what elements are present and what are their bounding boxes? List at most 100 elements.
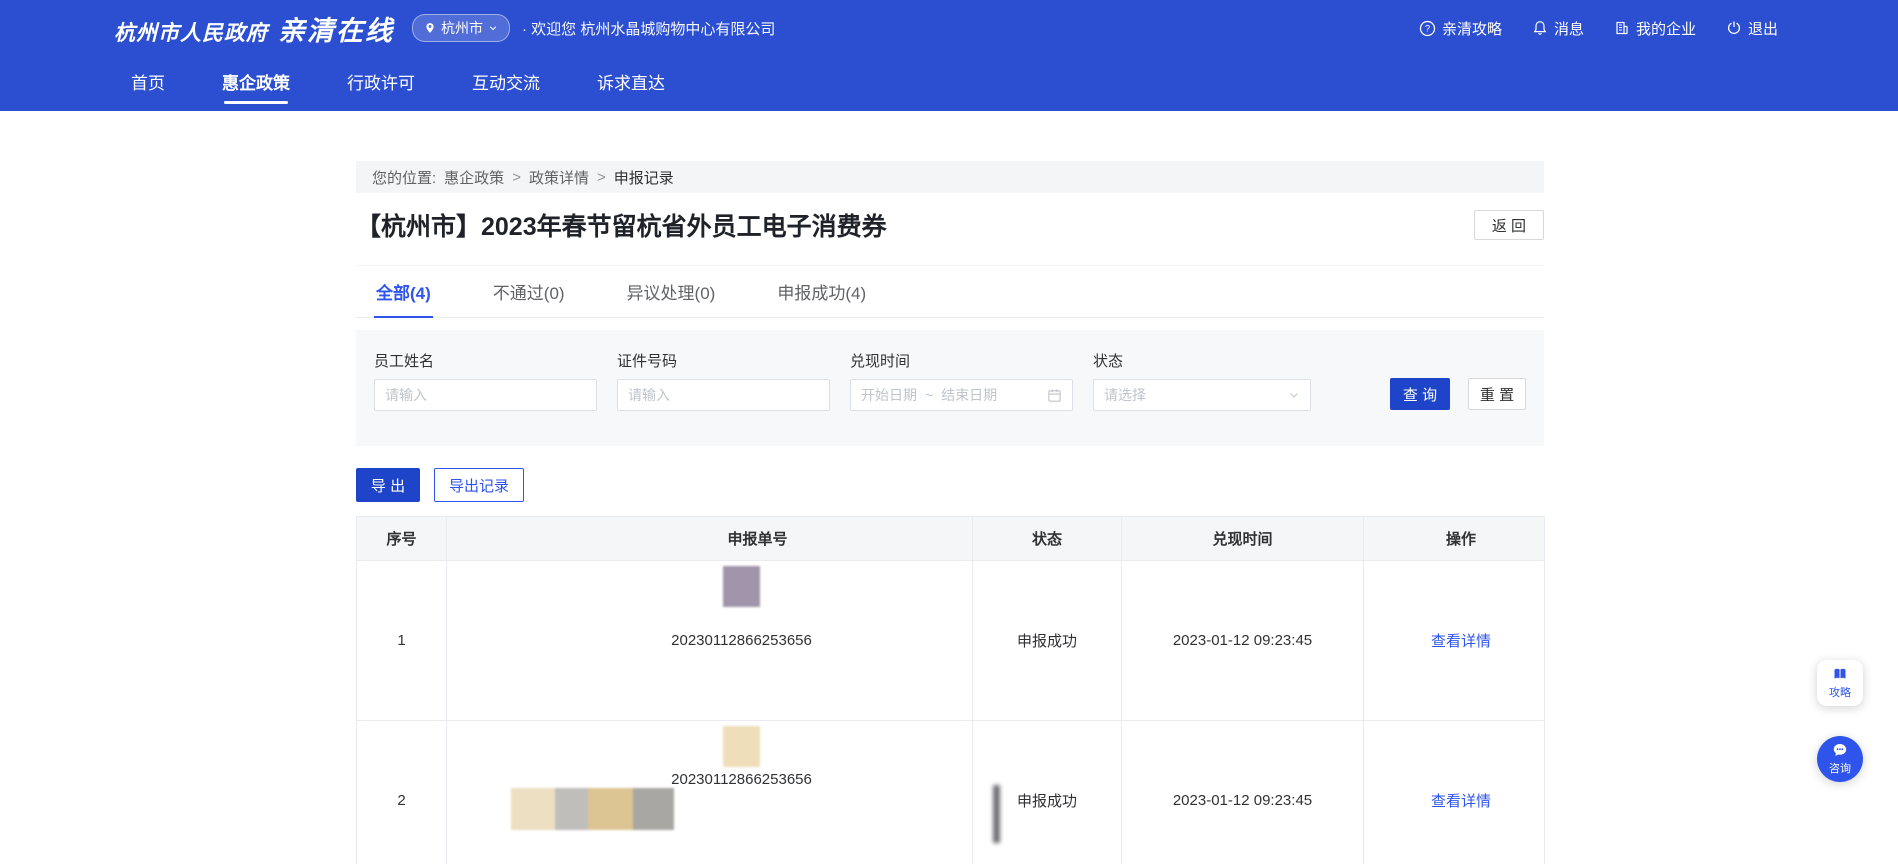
logout-link-label: 退出 <box>1748 18 1778 39</box>
row-action-cell: 查看详情 <box>1364 721 1545 864</box>
status-field-group: 状态 请选择 <box>1093 350 1311 446</box>
redeem-time-label: 兑现时间 <box>850 350 1073 371</box>
redacted-image-block <box>555 788 588 830</box>
status-select[interactable]: 请选择 <box>1093 379 1311 411</box>
nav-item-enterprise-policy[interactable]: 惠企政策 <box>222 56 290 111</box>
row-index: 2 <box>357 721 447 864</box>
export-records-button[interactable]: 导出记录 <box>434 468 524 502</box>
employee-name-field-group: 员工姓名 <box>374 350 597 446</box>
location-pin-icon <box>424 21 436 35</box>
col-header-action: 操作 <box>1364 517 1545 561</box>
redacted-image-block <box>588 788 633 830</box>
row-index: 1 <box>357 561 447 721</box>
question-circle-icon: ? <box>1419 20 1436 37</box>
header-quick-links: ? 亲清攻略 消息 我的企业 退出 <box>1419 18 1778 39</box>
breadcrumb-item-policy-detail[interactable]: 政策详情 <box>529 167 589 188</box>
date-range-input[interactable]: 开始日期 ~ 结束日期 <box>850 379 1073 411</box>
row-redeem-time: 2023-01-12 09:23:45 <box>1122 721 1364 864</box>
svg-text:?: ? <box>1425 23 1430 34</box>
row-order-no: 20230112866253656 <box>671 771 812 788</box>
redacted-smudge <box>993 785 1000 843</box>
nav-item-appeal[interactable]: 诉求直达 <box>597 56 665 111</box>
row-status-cell: 申报成功 <box>973 721 1122 864</box>
top-header-bar: 杭州市人民政府 亲清在线 杭州市 · 欢迎您 杭州水晶城购物中心有限公司 ? 亲… <box>0 0 1898 56</box>
consult-float-label: 咨询 <box>1829 760 1851 776</box>
id-number-field-group: 证件号码 <box>617 350 830 446</box>
title-row: 【杭州市】2023年春节留杭省外员工电子消费券 返 回 <box>356 207 1544 243</box>
tab-objection[interactable]: 异议处理(0) <box>625 266 718 317</box>
messages-link[interactable]: 消息 <box>1532 18 1584 39</box>
tab-all[interactable]: 全部(4) <box>374 266 433 318</box>
redacted-image-strip <box>511 788 972 830</box>
export-button[interactable]: 导 出 <box>356 468 420 502</box>
logout-link[interactable]: 退出 <box>1726 18 1778 39</box>
status-tabs: 全部(4) 不通过(0) 异议处理(0) 申报成功(4) <box>356 265 1544 318</box>
employee-name-label: 员工姓名 <box>374 350 597 371</box>
table-header-row: 序号 申报单号 状态 兑现时间 操作 <box>357 517 1545 561</box>
chevron-down-icon <box>1288 389 1300 401</box>
view-detail-link[interactable]: 查看详情 <box>1431 633 1491 650</box>
chat-bubble-icon <box>1832 742 1848 758</box>
main-nav: 首页 惠企政策 行政许可 互动交流 诉求直达 <box>0 56 1898 111</box>
back-button[interactable]: 返 回 <box>1474 210 1544 240</box>
redacted-image-block <box>723 726 760 767</box>
reset-button[interactable]: 重 置 <box>1468 378 1526 410</box>
redacted-image-block <box>723 566 760 607</box>
status-select-placeholder: 请选择 <box>1104 385 1146 405</box>
guide-link[interactable]: ? 亲清攻略 <box>1419 18 1502 39</box>
breadcrumb-item-current: 申报记录 <box>614 167 674 188</box>
row-order-no-cell: 20230112866253656 <box>447 721 973 864</box>
chevron-down-icon <box>488 23 498 33</box>
tab-rejected[interactable]: 不通过(0) <box>491 266 567 317</box>
table-row: 2 20230112866253656 申报成功 2023-01-12 09:2 <box>357 721 1545 864</box>
end-date-placeholder: 结束日期 <box>941 385 997 405</box>
export-toolbar: 导 出 导出记录 <box>356 468 1544 502</box>
building-icon <box>1614 20 1630 36</box>
col-header-redeem-time: 兑现时间 <box>1122 517 1364 561</box>
table-row: 1 20230112866253656 申报成功 2023-01-12 09:2… <box>357 561 1545 721</box>
start-date-placeholder: 开始日期 <box>861 385 917 405</box>
my-enterprise-link[interactable]: 我的企业 <box>1614 18 1696 39</box>
date-range-separator: ~ <box>925 387 933 403</box>
city-name: 杭州市 <box>441 18 483 38</box>
guide-float-label: 攻略 <box>1829 684 1851 700</box>
consult-float-button[interactable]: 咨询 <box>1817 736 1863 782</box>
col-header-status: 状态 <box>973 517 1122 561</box>
bell-icon <box>1532 20 1548 36</box>
redacted-image-block <box>633 788 674 830</box>
gov-logo-text: 杭州市人民政府 <box>114 17 268 47</box>
calendar-icon <box>1047 388 1062 403</box>
guide-float-button[interactable]: 攻略 <box>1817 660 1863 706</box>
breadcrumb-separator: > <box>512 169 521 186</box>
tab-success[interactable]: 申报成功(4) <box>775 266 868 317</box>
site-logo[interactable]: 杭州市人民政府 亲清在线 <box>114 9 394 48</box>
book-icon <box>1832 666 1848 682</box>
records-table: 序号 申报单号 状态 兑现时间 操作 1 20230112866253656 申… <box>356 516 1545 864</box>
power-icon <box>1726 20 1742 36</box>
breadcrumb-separator: > <box>597 169 606 186</box>
breadcrumb-item-policy[interactable]: 惠企政策 <box>444 167 504 188</box>
city-selector[interactable]: 杭州市 <box>412 14 510 42</box>
status-label: 状态 <box>1093 350 1311 371</box>
col-header-index: 序号 <box>357 517 447 561</box>
messages-link-label: 消息 <box>1554 18 1584 39</box>
guide-link-label: 亲清攻略 <box>1442 18 1502 39</box>
filter-actions: 查 询 重 置 <box>1390 378 1526 446</box>
main-content: 您的位置: 惠企政策 > 政策详情 > 申报记录 【杭州市】2023年春节留杭省… <box>356 161 1544 864</box>
nav-item-administrative-license[interactable]: 行政许可 <box>347 56 415 111</box>
breadcrumb: 您的位置: 惠企政策 > 政策详情 > 申报记录 <box>356 161 1544 193</box>
row-redeem-time: 2023-01-12 09:23:45 <box>1122 561 1364 721</box>
redacted-image-block <box>511 788 555 830</box>
row-order-no-cell: 20230112866253656 <box>447 561 973 721</box>
id-number-input[interactable] <box>617 379 830 411</box>
my-enterprise-link-label: 我的企业 <box>1636 18 1696 39</box>
employee-name-input[interactable] <box>374 379 597 411</box>
page-title: 【杭州市】2023年春节留杭省外员工电子消费券 <box>356 207 887 243</box>
nav-item-home[interactable]: 首页 <box>131 56 165 111</box>
brand-logo-text: 亲清在线 <box>278 9 394 48</box>
row-status: 申报成功 <box>973 561 1122 721</box>
view-detail-link[interactable]: 查看详情 <box>1431 793 1491 810</box>
nav-item-interaction[interactable]: 互动交流 <box>472 56 540 111</box>
col-header-order-no: 申报单号 <box>447 517 973 561</box>
search-button[interactable]: 查 询 <box>1390 378 1450 410</box>
